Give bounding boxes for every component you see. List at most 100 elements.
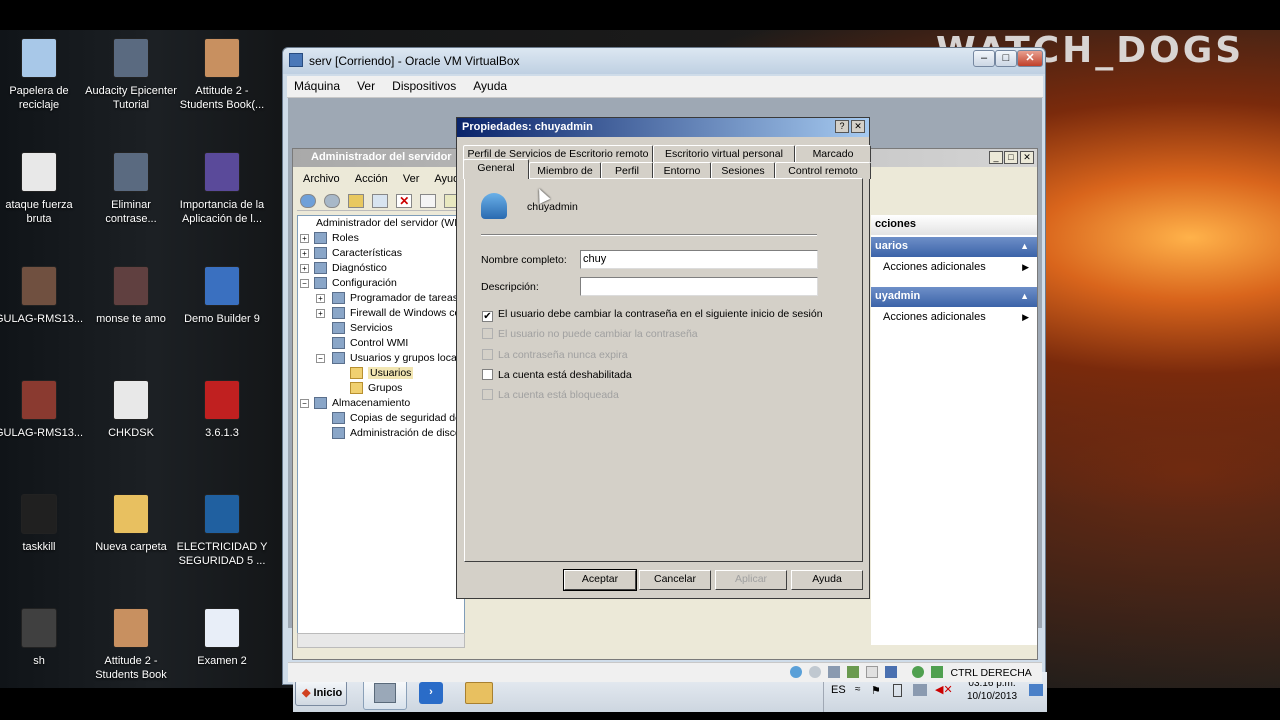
capture-icon[interactable] (912, 666, 925, 678)
expand-icon[interactable]: + (316, 309, 325, 318)
tab-entorno[interactable]: Entorno (653, 162, 711, 179)
tree-node[interactable]: + Roles (298, 231, 464, 246)
desktop-icon[interactable]: Attitude 2 - Students Book(... (176, 38, 268, 112)
properties-icon[interactable] (420, 194, 437, 208)
tab-control-remoto[interactable]: Control remoto (775, 162, 871, 179)
tree-node[interactable]: Usuarios (298, 366, 464, 381)
up-folder-icon[interactable] (348, 194, 365, 208)
tab-marcado[interactable]: Marcado (795, 145, 871, 162)
cd-icon[interactable] (809, 666, 822, 678)
close-button[interactable]: ✕ (1017, 50, 1043, 67)
desktop-icon[interactable]: Papelera de reciclaje (0, 38, 85, 112)
chk-cannot-change-password[interactable]: El usuario no puede cambiar la contraseñ… (482, 328, 698, 340)
collapse-icon[interactable]: − (300, 279, 309, 288)
volume-muted-icon[interactable]: ◀✕ (935, 683, 953, 696)
sm-minimize-button[interactable]: _ (989, 151, 1003, 164)
desktop-icon[interactable]: monse te amo (85, 266, 177, 326)
shared-folders-icon[interactable] (866, 666, 879, 678)
tree-horizontal-scrollbar[interactable] (297, 633, 465, 648)
desktop-icon[interactable]: Demo Builder 9 (176, 266, 268, 326)
tree-node[interactable]: + Programador de tareas (298, 291, 464, 306)
expand-icon[interactable]: + (300, 249, 309, 258)
powershell-icon[interactable]: › (419, 682, 443, 704)
desktop-icon[interactable]: Importancia de la Aplicación de l... (176, 152, 268, 226)
tree-node[interactable]: + Firewall de Windows con (298, 306, 464, 321)
menu-ver[interactable]: Ver (350, 76, 382, 96)
desktop-icon[interactable]: 3.6.1.3 (176, 380, 268, 440)
dialog-close-button[interactable]: ✕ (851, 120, 865, 133)
sm-menu-accion[interactable]: Acción (349, 171, 394, 187)
cancel-button[interactable]: Cancelar (639, 570, 711, 590)
tree-node[interactable]: − Configuración (298, 276, 464, 291)
collapse-icon[interactable]: − (316, 354, 325, 363)
help-button[interactable]: Ayuda (791, 570, 863, 590)
show-hidden-icons-icon[interactable]: ≈ (855, 684, 861, 695)
show-hide-tree-icon[interactable] (372, 194, 389, 208)
menu-dispositivos[interactable]: Dispositivos (385, 76, 463, 96)
display-icon[interactable] (885, 666, 898, 678)
dialog-help-button[interactable]: ? (835, 120, 849, 133)
tree-node[interactable]: Grupos (298, 381, 464, 396)
explorer-folder-icon[interactable] (465, 682, 493, 704)
tab-general[interactable]: General (463, 159, 529, 179)
sm-menu-ver[interactable]: Ver (397, 171, 426, 187)
apply-button[interactable]: Aplicar (715, 570, 787, 590)
desktop-icon[interactable]: Examen 2 (176, 608, 268, 668)
hdd-icon[interactable] (790, 666, 802, 678)
desktop-icon[interactable]: GULAG-RMS13... (0, 380, 85, 440)
full-name-input[interactable]: chuy (580, 250, 818, 269)
start-button[interactable]: ◆ Inicio (295, 680, 347, 706)
sm-maximize-button[interactable]: □ (1004, 151, 1018, 164)
tab-escritorio-virtual[interactable]: Escritorio virtual personal (653, 145, 795, 162)
tree-node[interactable]: − Usuarios y grupos locale (298, 351, 464, 366)
chk-password-never-expires[interactable]: La contraseña nunca expira (482, 349, 628, 361)
dialog-titlebar[interactable]: Propiedades: chuyadmin ? ✕ (457, 118, 869, 137)
chk-must-change-password[interactable]: ✔ El usuario debe cambiar la contraseña e… (482, 308, 823, 322)
desktop-icon[interactable]: CHKDSK (85, 380, 177, 440)
sm-menu-archivo[interactable]: Archivo (297, 171, 346, 187)
tab-miembro-de[interactable]: Miembro de (529, 162, 601, 179)
desktop-icon[interactable]: ELECTRICIDAD Y SEGURIDAD 5 ... (176, 494, 268, 568)
tab-sesiones[interactable]: Sesiones (711, 162, 775, 179)
desktop-icon[interactable]: Eliminar contrase... (85, 152, 177, 226)
menu-ayuda[interactable]: Ayuda (466, 76, 514, 96)
delete-icon[interactable]: ✕ (396, 194, 413, 208)
sm-close-button[interactable]: ✕ (1020, 151, 1034, 164)
tree-node[interactable]: + Características (298, 246, 464, 261)
mouse-integration-icon[interactable] (931, 666, 944, 678)
desktop-icon[interactable]: GULAG-RMS13... (0, 266, 85, 326)
expand-icon[interactable]: + (300, 264, 309, 273)
menu-maquina[interactable]: Máquina (287, 76, 347, 96)
language-indicator[interactable]: ES (831, 684, 846, 696)
back-icon[interactable] (300, 194, 316, 208)
ok-button[interactable]: Aceptar (563, 569, 637, 591)
expand-icon[interactable]: + (316, 294, 325, 303)
tree-node[interactable]: Administrador del servidor (WIN (298, 216, 464, 231)
network-adapter-icon[interactable] (847, 666, 860, 678)
desktop-icon[interactable]: Nueva carpeta (85, 494, 177, 554)
device-icon[interactable] (893, 684, 902, 697)
expand-icon[interactable]: + (300, 234, 309, 243)
description-input[interactable] (580, 277, 818, 296)
tree-node[interactable]: Copias de seguridad de (298, 411, 464, 426)
virtualbox-titlebar[interactable]: serv [Corriendo] - Oracle VM VirtualBox … (283, 48, 1045, 74)
action-acciones-adicionales[interactable]: Acciones adicionales ▶ (871, 307, 1037, 329)
desktop-icon[interactable]: taskkill (0, 494, 85, 554)
actions-section-usuarios[interactable]: uarios ▲ (871, 237, 1037, 257)
tree-node[interactable]: − Almacenamiento (298, 396, 464, 411)
maximize-button[interactable]: □ (995, 50, 1017, 67)
minimize-button[interactable]: – (973, 50, 995, 67)
action-acciones-adicionales[interactable]: Acciones adicionales ▶ (871, 257, 1037, 279)
actions-section-chuyadmin[interactable]: uyadmin ▲ (871, 287, 1037, 307)
forward-icon[interactable] (324, 194, 341, 208)
chk-account-disabled[interactable]: La cuenta está deshabilitada (482, 369, 632, 381)
action-center-flag-icon[interactable]: ⚑ (871, 684, 881, 697)
network-icon[interactable] (913, 684, 927, 696)
collapse-icon[interactable]: − (300, 399, 309, 408)
tab-perfil[interactable]: Perfil (601, 162, 653, 179)
desktop-icon[interactable]: Audacity Epicenter Tutorial (85, 38, 177, 112)
chk-account-locked[interactable]: La cuenta está bloqueada (482, 389, 619, 401)
usb-icon[interactable] (828, 666, 841, 678)
tree-node[interactable]: + Diagnóstico (298, 261, 464, 276)
desktop-icon[interactable]: Attitude 2 - Students Book (85, 608, 177, 682)
